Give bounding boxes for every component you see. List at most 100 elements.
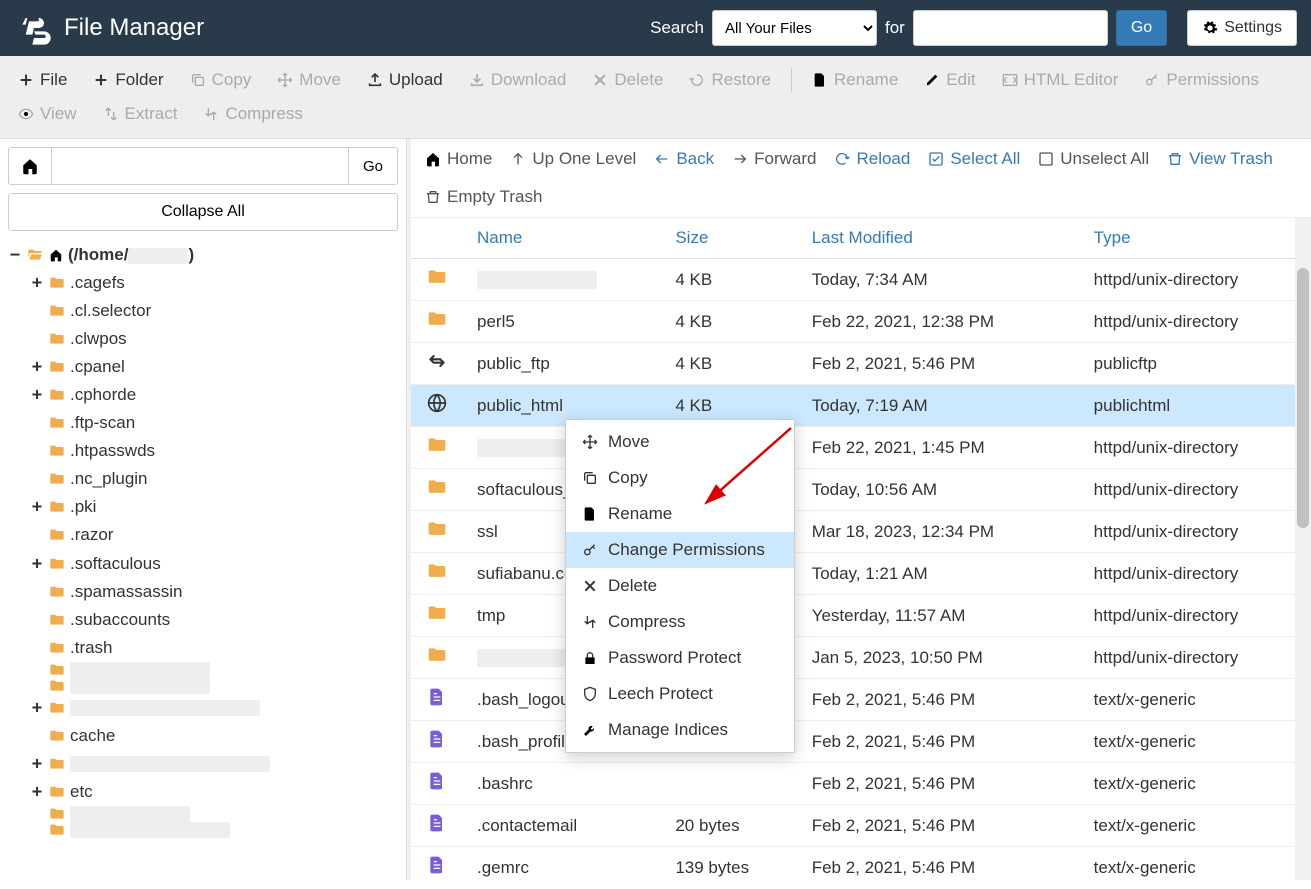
tree-item[interactable] [30,806,398,822]
tree-item[interactable] [30,822,398,838]
context-menu-compress[interactable]: Compress [566,604,794,640]
tree-expand-icon[interactable]: + [30,550,44,578]
tree-item[interactable]: .clwpos [30,325,398,353]
context-menu-copy[interactable]: Copy [566,460,794,496]
context-menu-delete[interactable]: Delete [566,568,794,604]
tree-item[interactable]: + [30,750,398,778]
collapse-all-button[interactable]: Collapse All [8,193,398,231]
search-input[interactable] [913,10,1108,46]
tree-expand-icon[interactable]: + [30,381,44,409]
up-one-level-button[interactable]: Up One Level [510,149,636,169]
tree-item[interactable]: .spamassassin [30,578,398,606]
table-row[interactable]: public_html4 KBToday, 7:19 AMpublichtml [411,385,1311,427]
search-go-button[interactable]: Go [1116,10,1167,46]
context-menu-password-protect[interactable]: Password Protect [566,640,794,676]
context-menu-move[interactable]: Move [566,424,794,460]
tree-expand-icon[interactable]: + [30,493,44,521]
cell-modified: Jan 5, 2023, 10:50 PM [798,637,1080,679]
cell-size: 4 KB [661,301,797,343]
table-row[interactable]: perl54 KBFeb 22, 2021, 12:38 PMhttpd/uni… [411,301,1311,343]
context-menu-manage-indices[interactable]: Manage Indices [566,712,794,748]
col-type[interactable]: Type [1080,218,1311,259]
table-row[interactable]: .bash_logoutFeb 2, 2021, 5:46 PMtext/x-g… [411,679,1311,721]
cell-name [463,259,661,301]
tree-expand-icon[interactable]: + [30,353,44,381]
table-row[interactable]: tmpYesterday, 11:57 AMhttpd/unix-directo… [411,595,1311,637]
toolbar-plus-button[interactable]: File [6,64,79,96]
cell-type: httpd/unix-directory [1080,301,1311,343]
col-modified[interactable]: Last Modified [798,218,1080,259]
home-button[interactable]: Home [425,149,492,169]
tree-item[interactable]: .subaccounts [30,606,398,634]
rename-icon [812,72,828,88]
forward-button[interactable]: Forward [732,149,816,169]
tree-item[interactable]: .razor [30,521,398,549]
toolbar-copy-button: Copy [178,64,264,96]
tree-expand-icon[interactable]: + [30,694,44,722]
table-row[interactable]: .gemrc139 bytesFeb 2, 2021, 5:46 PMtext/… [411,847,1311,881]
download-icon [469,72,485,88]
reload-button[interactable]: Reload [834,149,910,169]
table-row[interactable]: Feb 22, 2021, 1:45 PMhttpd/unix-director… [411,427,1311,469]
context-menu-change-permissions[interactable]: Change Permissions [566,532,794,568]
col-name[interactable]: Name [463,218,661,259]
cell-name: .contactemail [463,805,661,847]
tree-item[interactable] [30,662,398,678]
table-row[interactable]: sslMar 18, 2023, 12:34 PMhttpd/unix-dire… [411,511,1311,553]
table-row[interactable]: .bash_profileFeb 2, 2021, 5:46 PMtext/x-… [411,721,1311,763]
table-row[interactable]: Jan 5, 2023, 10:50 PMhttpd/unix-director… [411,637,1311,679]
context-menu-rename[interactable]: Rename [566,496,794,532]
cell-modified: Today, 7:19 AM [798,385,1080,427]
tree-item[interactable]: +.cpanel [30,353,398,381]
cell-modified: Mar 18, 2023, 12:34 PM [798,511,1080,553]
table-row[interactable]: 4 KBToday, 7:34 AMhttpd/unix-directory [411,259,1311,301]
table-row[interactable]: softaculous_Today, 10:56 AMhttpd/unix-di… [411,469,1311,511]
cell-size [661,763,797,805]
toolbar-plus-button[interactable]: Folder [81,64,175,96]
tree-item[interactable]: .htpasswds [30,437,398,465]
context-menu-leech-protect[interactable]: Leech Protect [566,676,794,712]
tree-item[interactable]: +.cagefs [30,269,398,297]
tree-item[interactable]: + [30,694,398,722]
tree-collapse-icon[interactable]: − [8,241,22,269]
table-row[interactable]: .bashrcFeb 2, 2021, 5:46 PMtext/x-generi… [411,763,1311,805]
col-size[interactable]: Size [661,218,797,259]
tree-expand-icon[interactable]: + [30,269,44,297]
table-row[interactable]: sufiabanu.coToday, 1:21 AMhttpd/unix-dir… [411,553,1311,595]
folder-icon [425,603,449,623]
path-go-button[interactable]: Go [348,147,398,185]
tree-item[interactable]: +.pki [30,493,398,521]
scrollbar[interactable] [1295,218,1311,880]
back-button[interactable]: Back [654,149,714,169]
tree-item[interactable]: .cl.selector [30,297,398,325]
tree-expand-icon[interactable]: + [30,778,44,806]
tree-item[interactable]: .trash [30,634,398,662]
table-row[interactable]: .contactemail20 bytesFeb 2, 2021, 5:46 P… [411,805,1311,847]
view-trash-button[interactable]: View Trash [1167,149,1273,169]
path-input[interactable] [52,147,348,185]
move-icon [277,72,293,88]
select-all-button[interactable]: Select All [928,149,1020,169]
table-row[interactable]: public_ftp4 KBFeb 2, 2021, 5:46 PMpublic… [411,343,1311,385]
settings-button[interactable]: Settings [1187,10,1297,46]
toolbar-rename-button: Rename [800,64,910,96]
tree-item[interactable]: +.softaculous [30,550,398,578]
plus-icon [18,72,34,88]
search-scope-select[interactable]: All Your Files [712,10,877,46]
tree-expand-icon[interactable]: + [30,750,44,778]
scrollbar-thumb[interactable] [1297,268,1309,528]
tree-root[interactable]: − (/home/) [8,241,398,269]
tree-item[interactable]: +etc [30,778,398,806]
tree-item[interactable]: .ftp-scan [30,409,398,437]
toolbar-upload-button[interactable]: Upload [355,64,455,96]
tree-item[interactable]: cache [30,722,398,750]
path-home-button[interactable] [8,147,52,185]
compress-icon [582,614,598,630]
tree-item[interactable]: .nc_plugin [30,465,398,493]
col-icon[interactable] [411,218,463,259]
content-toolbar: Home Up One Level Back Forward Reload Se… [411,139,1311,218]
empty-trash-button[interactable]: Empty Trash [425,187,542,207]
tree-item[interactable] [30,678,398,694]
unselect-all-button[interactable]: Unselect All [1038,149,1149,169]
tree-item[interactable]: +.cphorde [30,381,398,409]
